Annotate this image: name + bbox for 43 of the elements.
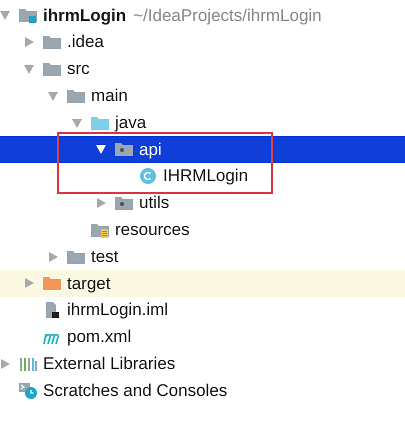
tree-row[interactable]: resources (0, 216, 405, 244)
tree-row[interactable]: src (0, 56, 405, 82)
expand-arrow-icon[interactable] (47, 250, 59, 263)
item-label: target (67, 272, 110, 295)
tree-row[interactable]: main (0, 82, 405, 110)
package-folder-icon (114, 140, 134, 158)
folder-icon (42, 274, 62, 292)
tree-row[interactable]: IHRMLogin (0, 162, 405, 190)
tree-row[interactable]: pom.xml (0, 324, 405, 350)
item-label: resources (115, 219, 190, 242)
tree-row[interactable]: External Libraries (0, 350, 405, 378)
item-label: src (67, 58, 90, 80)
scratches-icon (18, 382, 38, 400)
item-label: IHRMLogin (163, 165, 248, 188)
tree-row[interactable]: ihrmLogin ~/IdeaProjects/ihrmLogin (0, 2, 405, 29)
folder-icon (42, 33, 62, 52)
project-path: ~/IdeaProjects/ihrmLogin (133, 4, 322, 27)
tree-row[interactable]: java (0, 109, 405, 136)
item-label: Scratches and Consoles (43, 380, 228, 402)
expand-arrow-icon[interactable] (95, 196, 107, 209)
item-label: .idea (67, 31, 104, 54)
expand-arrow-icon[interactable] (23, 277, 35, 290)
item-label: api (139, 138, 162, 161)
item-label: External Libraries (43, 353, 176, 375)
tree-row[interactable]: api (0, 136, 405, 163)
tree-row[interactable]: Scratches and Consoles (0, 377, 405, 404)
collapse-arrow-icon[interactable] (95, 143, 107, 156)
class-icon (138, 167, 158, 186)
tree-row[interactable]: .idea (0, 28, 405, 56)
expand-arrow-icon[interactable] (23, 36, 35, 48)
module-folder-icon (18, 6, 38, 24)
tree-row[interactable]: target (0, 270, 405, 297)
tree-row[interactable]: test (0, 243, 405, 270)
item-label: main (91, 85, 128, 108)
tree-row[interactable]: ihrmLogin.iml (0, 296, 405, 324)
tree-row[interactable]: utils (0, 190, 405, 216)
expand-arrow-icon[interactable] (0, 358, 11, 370)
item-label: utils (139, 192, 170, 214)
item-label: ihrmLogin.iml (67, 299, 168, 322)
item-label: test (91, 246, 118, 268)
item-label: pom.xml (67, 326, 132, 348)
item-label: java (115, 112, 146, 134)
item-label: ihrmLogin (43, 4, 126, 27)
